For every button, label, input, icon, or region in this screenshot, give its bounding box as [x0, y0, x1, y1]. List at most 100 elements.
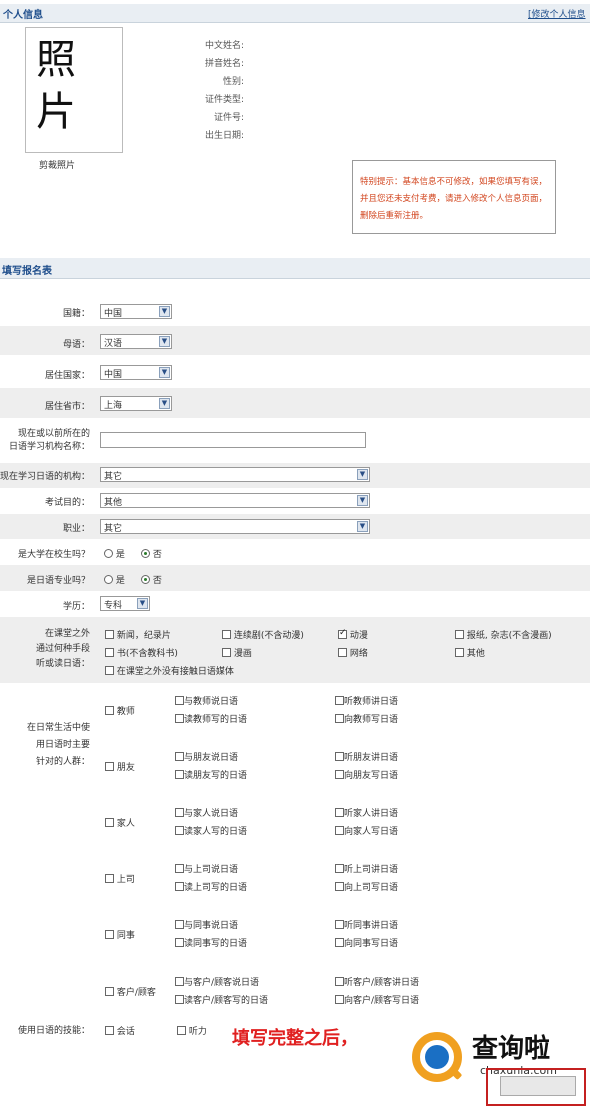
- target-option[interactable]: 听教师讲日语: [335, 694, 398, 707]
- nationality-select[interactable]: 中国 ▼: [100, 304, 172, 319]
- radio-button[interactable]: [104, 575, 113, 584]
- checkbox[interactable]: [105, 666, 114, 675]
- target-option[interactable]: 与客户/顾客说日语: [175, 975, 259, 988]
- checkbox[interactable]: [455, 630, 464, 639]
- media-option[interactable]: 网络: [338, 646, 368, 659]
- radio-button-selected[interactable]: [141, 575, 150, 584]
- checkbox[interactable]: [335, 995, 344, 1004]
- target-option[interactable]: 向客户/顾客写日语: [335, 993, 419, 1006]
- checkbox[interactable]: [175, 770, 184, 779]
- target-option[interactable]: 读朋友写的日语: [175, 768, 247, 781]
- target-group[interactable]: 上司: [105, 872, 135, 885]
- target-option[interactable]: 听客户/顾客讲日语: [335, 975, 419, 988]
- checkbox[interactable]: [455, 648, 464, 657]
- checkbox[interactable]: [175, 826, 184, 835]
- target-group[interactable]: 朋友: [105, 760, 135, 773]
- target-group[interactable]: 家人: [105, 816, 135, 829]
- target-option[interactable]: 与同事说日语: [175, 918, 238, 931]
- checkbox[interactable]: [175, 696, 184, 705]
- checkbox[interactable]: [335, 770, 344, 779]
- checkbox[interactable]: [175, 995, 184, 1004]
- checkbox[interactable]: [105, 930, 114, 939]
- checkbox[interactable]: [175, 864, 184, 873]
- media-option[interactable]: 新闻，纪录片: [105, 628, 171, 641]
- media-option[interactable]: 动漫: [338, 628, 368, 641]
- japanese-major-yes[interactable]: 是: [104, 573, 125, 586]
- target-option[interactable]: 读上司写的日语: [175, 880, 247, 893]
- media-option[interactable]: 漫画: [222, 646, 252, 659]
- checkbox[interactable]: [338, 648, 347, 657]
- residence-country-select[interactable]: 中国 ▼: [100, 365, 172, 380]
- media-option[interactable]: 连续剧(不含动漫): [222, 628, 304, 641]
- skill-listening[interactable]: 听力: [177, 1024, 207, 1037]
- education-select[interactable]: 专科 ▼: [100, 596, 150, 611]
- target-option[interactable]: 读教师写的日语: [175, 712, 247, 725]
- checkbox[interactable]: [335, 752, 344, 761]
- checkbox[interactable]: [175, 938, 184, 947]
- checkbox[interactable]: [335, 977, 344, 986]
- target-option[interactable]: 向同事写日语: [335, 936, 398, 949]
- checkbox[interactable]: [335, 714, 344, 723]
- crop-photo-link[interactable]: 剪裁照片: [39, 158, 75, 171]
- checkbox[interactable]: [105, 1026, 114, 1035]
- checkbox[interactable]: [105, 706, 114, 715]
- purpose-select[interactable]: 其他 ▼: [100, 493, 370, 508]
- target-group[interactable]: 教师: [105, 704, 135, 717]
- target-option[interactable]: 听朋友讲日语: [335, 750, 398, 763]
- target-group[interactable]: 同事: [105, 928, 135, 941]
- target-group[interactable]: 客户/顾客: [105, 985, 156, 998]
- edit-personal-info-link[interactable]: [修改个人信息: [528, 7, 586, 20]
- target-option[interactable]: 听家人讲日语: [335, 806, 398, 819]
- checkbox[interactable]: [175, 882, 184, 891]
- checkbox[interactable]: [222, 648, 231, 657]
- checkbox[interactable]: [175, 808, 184, 817]
- checkbox[interactable]: [105, 762, 114, 771]
- checkbox[interactable]: [335, 808, 344, 817]
- checkbox[interactable]: [105, 874, 114, 883]
- institution-select[interactable]: 其它 ▼: [100, 467, 370, 482]
- checkbox[interactable]: [177, 1026, 186, 1035]
- japanese-major-no[interactable]: 否: [141, 573, 162, 586]
- checkbox[interactable]: [175, 977, 184, 986]
- checkbox[interactable]: [335, 696, 344, 705]
- target-option[interactable]: 读家人写的日语: [175, 824, 247, 837]
- checkbox[interactable]: [105, 818, 114, 827]
- target-option[interactable]: 与教师说日语: [175, 694, 238, 707]
- university-student-no[interactable]: 否: [141, 547, 162, 560]
- media-option[interactable]: 在课堂之外没有接触日语媒体: [105, 664, 234, 677]
- checkbox[interactable]: [335, 938, 344, 947]
- university-student-yes[interactable]: 是: [104, 547, 125, 560]
- checkbox[interactable]: [105, 630, 114, 639]
- media-option[interactable]: 报纸, 杂志(不含漫画): [455, 628, 552, 641]
- checkbox[interactable]: [105, 987, 114, 996]
- radio-button[interactable]: [104, 549, 113, 558]
- checkbox[interactable]: [222, 630, 231, 639]
- skill-speaking[interactable]: 会话: [105, 1024, 135, 1037]
- institution-name-input[interactable]: [100, 432, 366, 448]
- target-option[interactable]: 向朋友写日语: [335, 768, 398, 781]
- checkbox[interactable]: [175, 752, 184, 761]
- checkbox[interactable]: [335, 826, 344, 835]
- submit-button[interactable]: [500, 1076, 576, 1096]
- target-option[interactable]: 向上司写日语: [335, 880, 398, 893]
- media-option[interactable]: 书(不含教科书): [105, 646, 178, 659]
- occupation-select[interactable]: 其它 ▼: [100, 519, 370, 534]
- checkbox-checked[interactable]: [338, 628, 347, 639]
- checkbox[interactable]: [335, 882, 344, 891]
- radio-button-selected[interactable]: [141, 549, 150, 558]
- target-option[interactable]: 听同事讲日语: [335, 918, 398, 931]
- target-option[interactable]: 读同事写的日语: [175, 936, 247, 949]
- checkbox[interactable]: [335, 864, 344, 873]
- checkbox[interactable]: [175, 920, 184, 929]
- target-option[interactable]: 向教师写日语: [335, 712, 398, 725]
- target-option[interactable]: 与家人说日语: [175, 806, 238, 819]
- checkbox[interactable]: [335, 920, 344, 929]
- residence-city-select[interactable]: 上海 ▼: [100, 396, 172, 411]
- target-option[interactable]: 与上司说日语: [175, 862, 238, 875]
- target-option[interactable]: 与朋友说日语: [175, 750, 238, 763]
- media-option[interactable]: 其他: [455, 646, 485, 659]
- target-option[interactable]: 向家人写日语: [335, 824, 398, 837]
- target-option[interactable]: 读客户/顾客写的日语: [175, 993, 268, 1006]
- target-option[interactable]: 听上司讲日语: [335, 862, 398, 875]
- mother-tongue-select[interactable]: 汉语 ▼: [100, 334, 172, 349]
